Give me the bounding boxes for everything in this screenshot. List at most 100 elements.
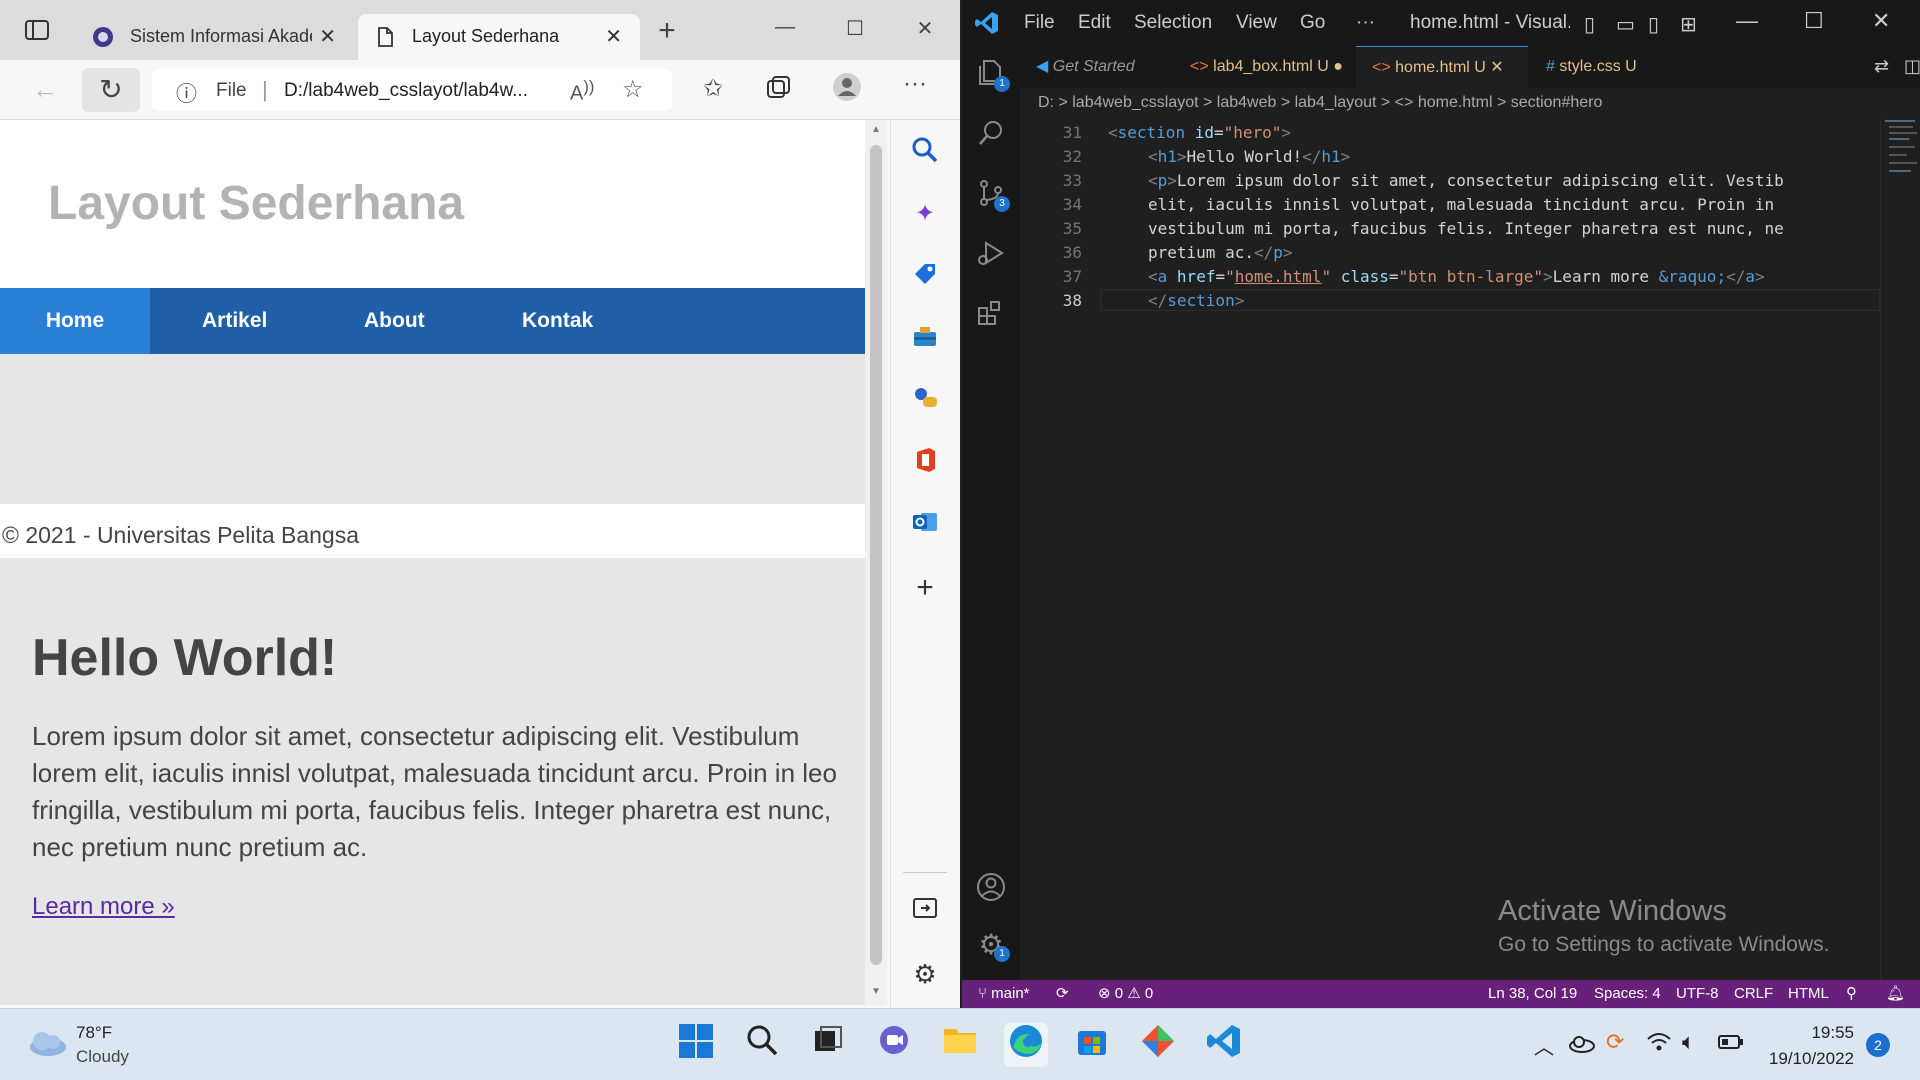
menu-edit[interactable]: Edit (1078, 12, 1111, 34)
more-menu-icon[interactable]: ··· (898, 70, 932, 98)
customize-layout-icon[interactable]: ⊞ (1680, 12, 1697, 37)
onedrive-cloud-icon[interactable] (1568, 1033, 1596, 1058)
language-mode[interactable]: HTML (1788, 980, 1829, 1008)
microsoft-store-icon[interactable] (1070, 1023, 1114, 1067)
accounts-icon[interactable] (976, 872, 1006, 902)
close-window-button[interactable]: ✕ (910, 16, 940, 41)
cursor-position[interactable]: Ln 38, Col 19 (1488, 980, 1577, 1008)
tab-get-started[interactable]: ◀ Get Started (1020, 46, 1172, 88)
tab-style-css[interactable]: # style.css U (1530, 46, 1662, 88)
branch-status[interactable]: ⑂ main* (978, 980, 1030, 1008)
compare-changes-icon[interactable]: ⇄ (1874, 56, 1889, 77)
search-icon[interactable] (909, 136, 941, 168)
minimize-button[interactable]: — (770, 16, 800, 39)
tab-state[interactable]: U ✕ (1474, 59, 1503, 76)
back-arrow-icon[interactable]: ← (28, 74, 62, 105)
sync-icon[interactable]: ⟳ (1056, 980, 1069, 1008)
read-aloud-icon[interactable]: A)) (570, 77, 594, 106)
notifications-bell-icon[interactable]: 🔔︎ (1886, 980, 1905, 1008)
vs-minimize-button[interactable]: — (1736, 8, 1758, 34)
git-client-icon[interactable] (1136, 1023, 1180, 1067)
games-icon[interactable] (909, 384, 941, 416)
vs-close-button[interactable]: ✕ (1872, 8, 1890, 34)
battery-icon[interactable] (1718, 1034, 1744, 1055)
menu-go[interactable]: Go (1300, 12, 1325, 34)
clock-time[interactable]: 19:55 (1772, 1023, 1854, 1043)
nav-kontak-link[interactable]: Kontak (522, 288, 593, 354)
nav-about-link[interactable]: About (364, 288, 425, 354)
breadcrumb[interactable]: D: > lab4web_csslayot > lab4web > lab4_l… (1020, 88, 1920, 118)
shopping-tag-icon[interactable] (909, 260, 941, 292)
new-tab-button[interactable]: + (652, 16, 682, 46)
copilot-sparkle-icon[interactable]: ✦ (909, 198, 941, 230)
minimap[interactable] (1880, 118, 1920, 980)
add-favorite-icon[interactable]: ☆ (622, 75, 644, 104)
tab-close-icon[interactable]: ✕ (605, 24, 622, 49)
teams-chat-icon[interactable] (872, 1023, 916, 1067)
indentation-status[interactable]: Spaces: 4 (1594, 980, 1661, 1008)
page-scrollbar[interactable]: ▲ ▼ (865, 120, 887, 1005)
toggle-secondary-sidebar-icon[interactable]: ▯ (1648, 12, 1659, 37)
vs-maximize-button[interactable]: ☐ (1804, 8, 1824, 34)
problems-status[interactable]: ⊗ 0 ⚠ 0 (1098, 980, 1153, 1008)
start-button-windows-icon[interactable] (674, 1023, 718, 1067)
manage-gear-icon[interactable]: ⚙ 1 (976, 930, 1010, 962)
taskbar-search-icon[interactable] (740, 1023, 784, 1067)
clock-date[interactable]: 19/10/2022 (1762, 1049, 1854, 1069)
wifi-icon[interactable] (1646, 1031, 1672, 1058)
vscode-taskbar-icon[interactable] (1202, 1023, 1246, 1067)
learn-more-link[interactable]: Learn more » (32, 893, 175, 921)
menu-file[interactable]: File (1024, 12, 1055, 34)
tab-sistem-informasi[interactable]: Sistem Informasi Akademik ✕ (76, 14, 354, 60)
menu-view[interactable]: View (1236, 12, 1277, 34)
weather-condition[interactable]: Cloudy (76, 1047, 129, 1067)
office-icon[interactable] (909, 446, 941, 478)
volume-icon[interactable]: 🔈︎ (1682, 1029, 1695, 1055)
task-view-icon[interactable] (806, 1023, 850, 1067)
run-debug-icon[interactable] (976, 238, 1006, 268)
toggle-sidebar-icon[interactable]: ▯ (1584, 12, 1595, 37)
nav-artikel-link[interactable]: Artikel (202, 288, 267, 354)
scrollbar-thumb[interactable] (870, 145, 882, 965)
sync-update-icon[interactable]: ⟳ (1606, 1029, 1624, 1055)
nav-home-link[interactable]: Home (0, 288, 150, 354)
menu-more[interactable]: ··· (1356, 12, 1375, 34)
refresh-icon[interactable]: ↻ (82, 68, 140, 112)
show-hidden-icons-chevron-icon[interactable]: ︿ (1534, 1031, 1554, 1060)
live-share-icon[interactable]: ⚲ (1846, 980, 1857, 1008)
tab-home-html[interactable]: <> home.html U ✕ (1356, 46, 1528, 88)
code-editor[interactable]: 31 32 33 34 35 36 37 38 <section id="her… (1020, 118, 1880, 980)
tab-lab4-box[interactable]: <> lab4_box.html U ● (1174, 46, 1354, 88)
tab-close-icon[interactable]: ✕ (319, 24, 336, 49)
tools-icon[interactable] (909, 322, 941, 354)
scroll-up-icon[interactable]: ▲ (871, 124, 881, 135)
toggle-panel-icon[interactable]: ▭ (1616, 12, 1635, 37)
search-icon[interactable] (976, 118, 1006, 148)
add-sidebar-app-icon[interactable]: + (909, 572, 941, 604)
url-bar[interactable]: ⓘ File | D:/lab4web_csslayot/lab4w... A)… (152, 69, 672, 111)
info-icon[interactable]: ⓘ (176, 78, 197, 108)
tab-layout-sederhana[interactable]: Layout Sederhana ✕ (358, 14, 640, 60)
maximize-button[interactable]: ☐ (840, 16, 870, 41)
scroll-down-icon[interactable]: ▼ (871, 986, 881, 997)
split-editor-icon[interactable]: ◫ (1904, 56, 1920, 77)
eol-status[interactable]: CRLF (1734, 980, 1773, 1008)
hide-sidebar-icon[interactable] (909, 896, 941, 928)
notification-count-badge[interactable]: 2 (1866, 1033, 1890, 1057)
explorer-icon[interactable]: 1 (976, 58, 1010, 92)
favorites-icon[interactable]: ✩ (696, 74, 730, 103)
url-text[interactable]: D:/lab4web_csslayot/lab4w... (284, 80, 584, 102)
outlook-icon[interactable] (909, 508, 941, 540)
weather-temperature[interactable]: 78°F (76, 1023, 112, 1043)
encoding-status[interactable]: UTF-8 (1676, 980, 1719, 1008)
edge-browser-icon[interactable] (1004, 1023, 1048, 1067)
tab-actions-icon[interactable] (22, 18, 52, 44)
sidebar-settings-icon[interactable]: ⚙ (909, 958, 941, 990)
source-control-icon[interactable]: 3 (976, 178, 1010, 212)
collections-icon[interactable] (762, 74, 796, 108)
file-explorer-icon[interactable] (938, 1023, 982, 1067)
menu-selection[interactable]: Selection (1134, 12, 1212, 34)
weather-cloud-icon[interactable] (26, 1029, 68, 1064)
profile-avatar[interactable] (830, 72, 864, 108)
extensions-icon[interactable] (976, 298, 1006, 328)
